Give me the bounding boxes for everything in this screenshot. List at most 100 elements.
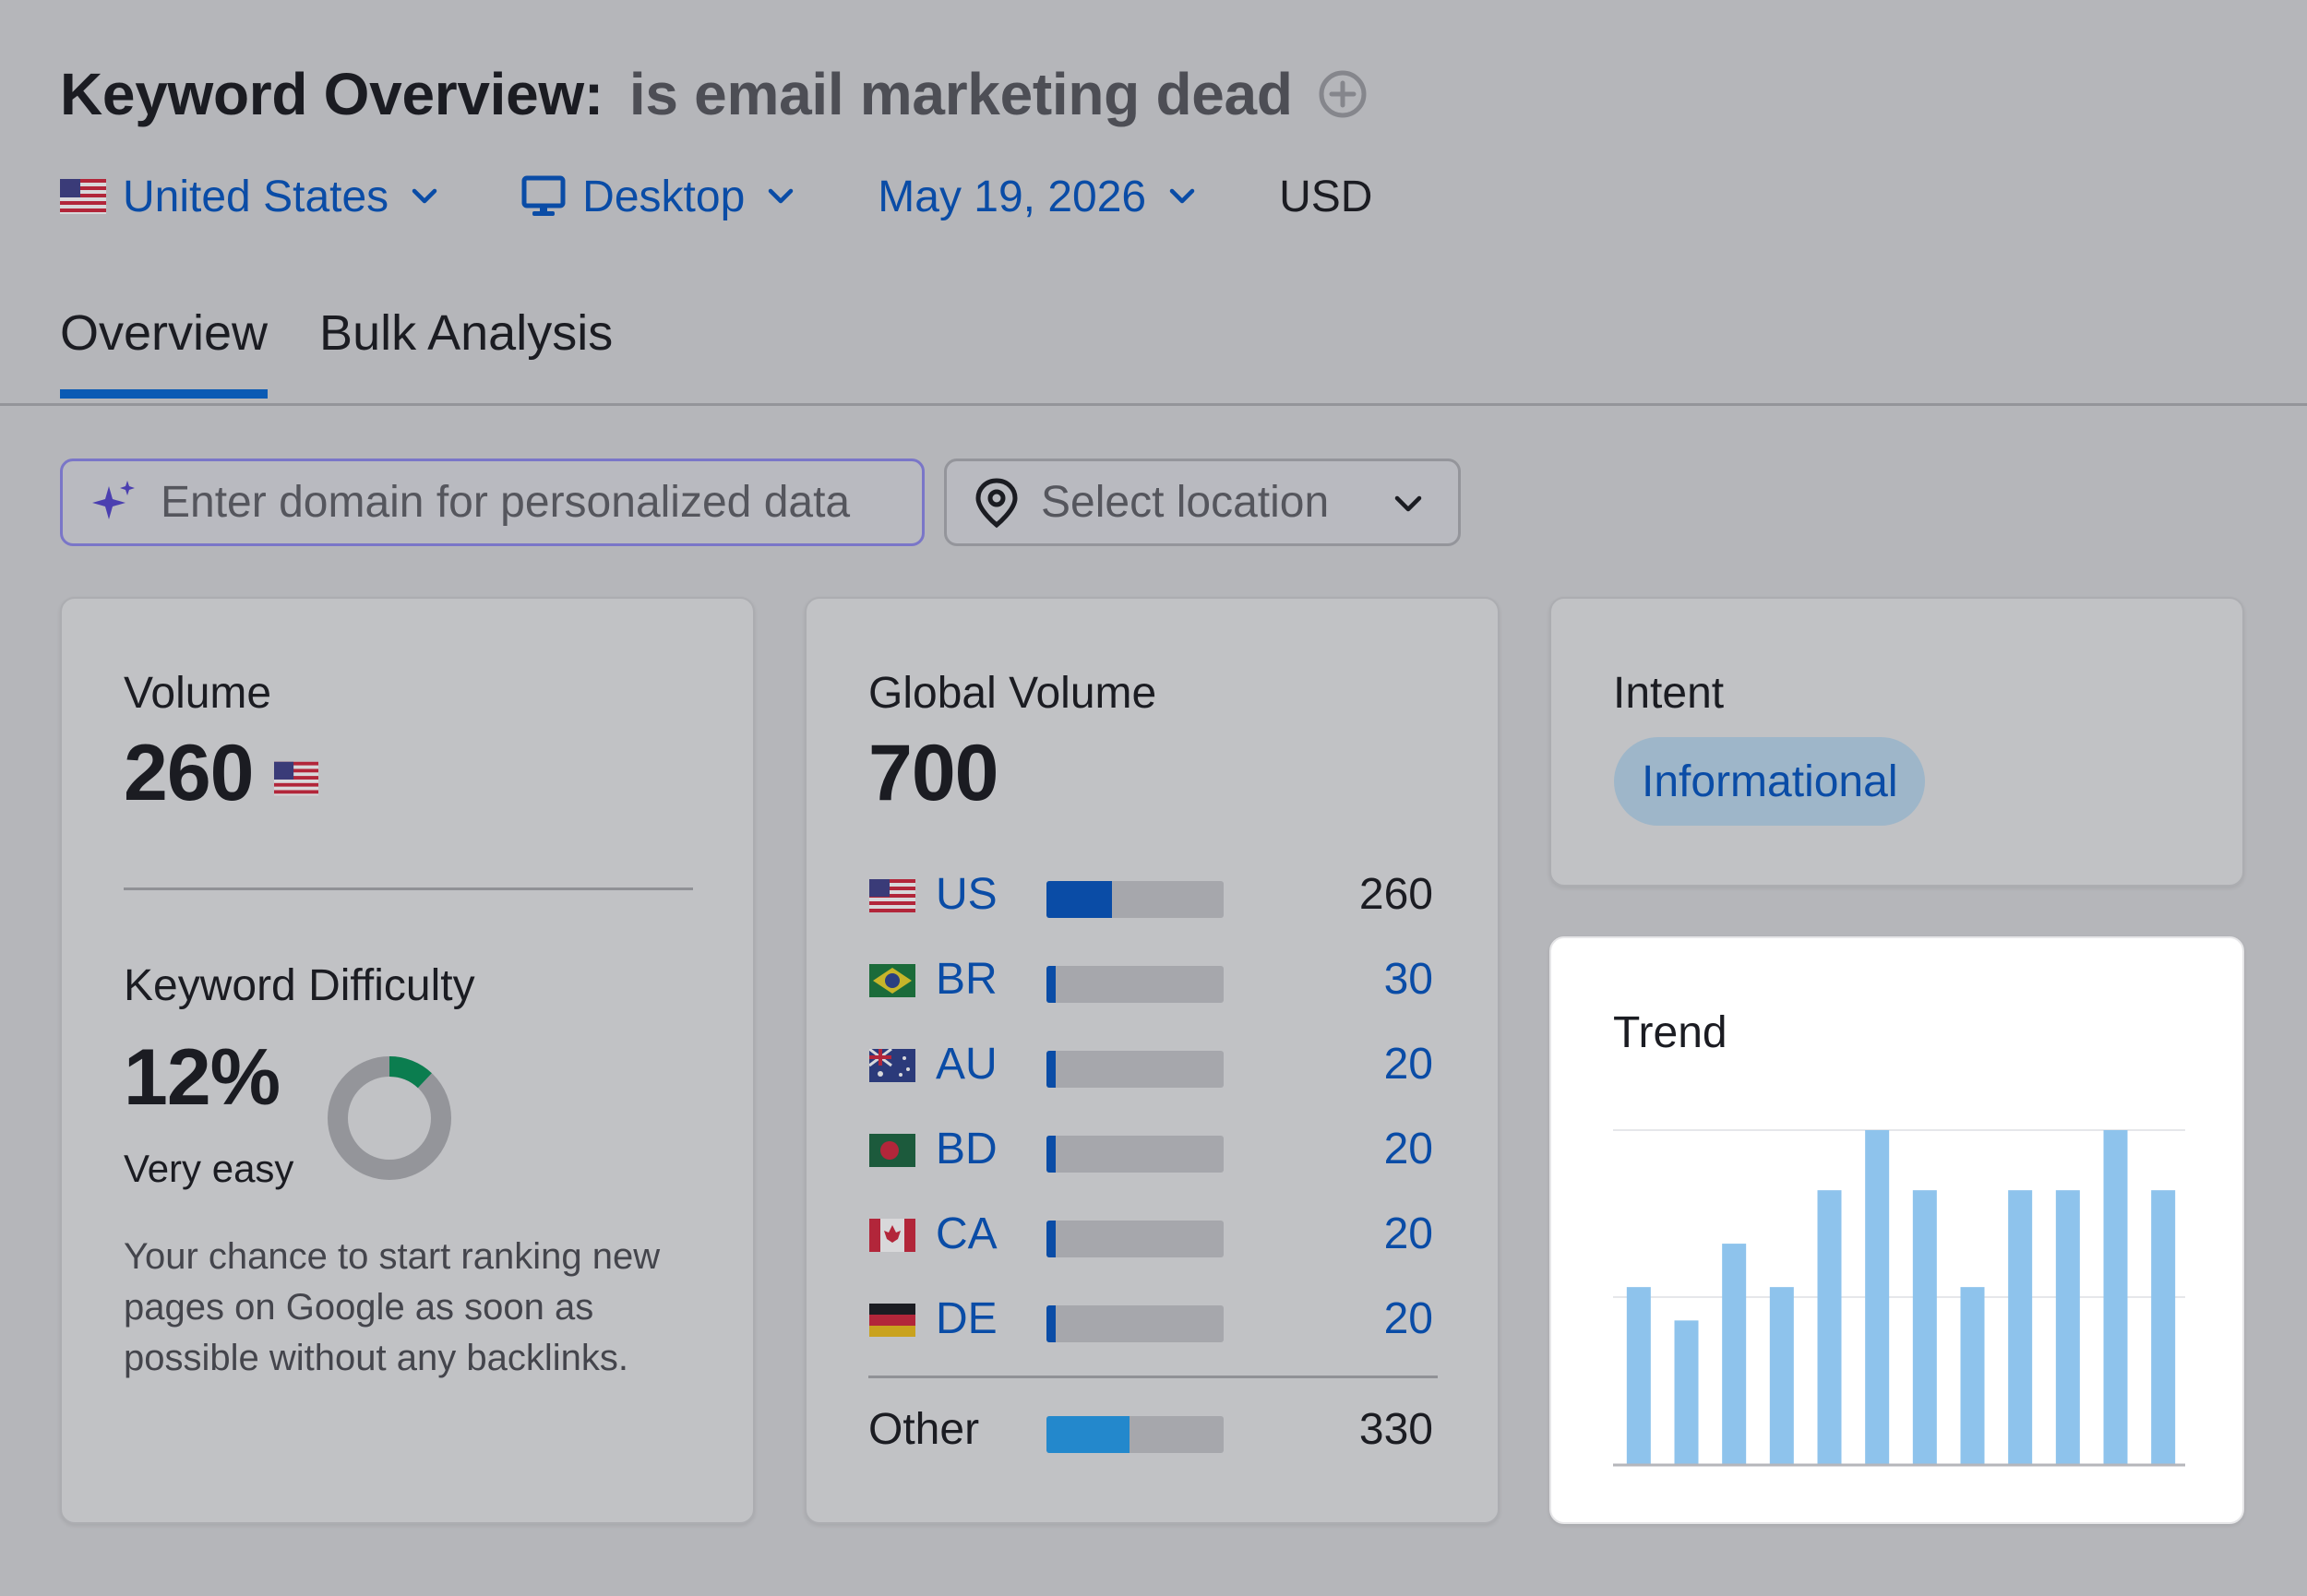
chevron-down-icon <box>1169 188 1195 204</box>
country-volume[interactable]: 20 <box>1384 1039 1433 1090</box>
domain-input[interactable] <box>161 477 880 528</box>
trend-bar[interactable] <box>1912 1190 1937 1464</box>
country-share-bar <box>1046 1136 1224 1173</box>
country-share-fill <box>1046 1305 1056 1342</box>
desktop-icon <box>521 175 566 216</box>
country-code[interactable]: BD <box>936 1124 998 1174</box>
us-flag-icon <box>273 761 318 795</box>
de-flag-icon <box>869 1304 915 1337</box>
page-header: Keyword Overview: is email marketing dea… <box>60 57 1369 131</box>
kd-title: Keyword Difficulty <box>124 961 475 1010</box>
tabs-divider <box>0 403 2307 406</box>
country-dropdown[interactable]: United States <box>60 172 440 222</box>
intent-card: Intent Informational <box>1549 597 2244 887</box>
other-share-bar <box>1046 1416 1224 1453</box>
trend-card: Trend <box>1549 936 2244 1524</box>
country-volume[interactable]: 30 <box>1384 954 1433 1005</box>
trend-title: Trend <box>1613 1008 1727 1057</box>
country-share-fill <box>1046 881 1113 918</box>
other-label: Other <box>868 1404 980 1454</box>
country-code[interactable]: CA <box>936 1209 998 1259</box>
currency-label: USD <box>1279 172 1373 221</box>
device-dropdown[interactable]: Desktop <box>521 172 796 222</box>
device-label: Desktop <box>582 172 746 221</box>
location-label: Select location <box>1041 478 1330 527</box>
trend-bar[interactable] <box>1674 1320 1699 1464</box>
country-share-fill <box>1046 1221 1056 1257</box>
date-dropdown[interactable]: May 19, 2026 <box>878 172 1198 222</box>
global-volume-value: 700 <box>868 729 998 817</box>
tab-bar: Overview Bulk Analysis <box>60 304 664 399</box>
country-row: BR 30 <box>807 951 1498 1006</box>
country-row: BD 20 <box>807 1121 1498 1176</box>
filter-bar: United States Desktop May 19, 2026 USD <box>60 166 1453 227</box>
country-row: US 260 <box>807 866 1498 922</box>
trend-bar[interactable] <box>1769 1287 1794 1464</box>
country-share-bar <box>1046 1305 1224 1342</box>
add-circle-icon[interactable] <box>1317 68 1369 120</box>
global-divider <box>868 1376 1438 1378</box>
keyword-title: is email marketing dead <box>628 61 1293 127</box>
country-share-fill <box>1046 966 1056 1003</box>
trend-bar[interactable] <box>2055 1190 2080 1464</box>
tab-overview[interactable]: Overview <box>60 304 269 399</box>
global-volume-card: Global Volume 700 US 260 BR 30 AU 20 BD … <box>805 597 1500 1524</box>
volume-card: Volume 260 Keyword Difficulty 12% Very e… <box>60 597 755 1524</box>
trend-bar[interactable] <box>1960 1287 1985 1464</box>
volume-value: 260 <box>124 729 254 817</box>
page-title: Keyword Overview: <box>60 61 604 127</box>
trend-bar[interactable] <box>1626 1287 1651 1464</box>
country-row: AU 20 <box>807 1036 1498 1091</box>
trend-bar[interactable] <box>2151 1190 2176 1464</box>
tab-bulk-analysis[interactable]: Bulk Analysis <box>319 304 613 399</box>
ca-flag-icon <box>869 1219 915 1252</box>
other-share-fill <box>1046 1416 1130 1453</box>
country-volume[interactable]: 20 <box>1384 1209 1433 1259</box>
trend-bar[interactable] <box>2008 1190 2033 1464</box>
br-flag-icon <box>869 964 915 997</box>
location-pin-icon <box>975 477 1018 528</box>
volume-title: Volume <box>124 669 272 718</box>
location-select[interactable]: Select location <box>944 459 1461 546</box>
country-share-bar <box>1046 966 1224 1003</box>
country-share-fill <box>1046 1136 1056 1173</box>
bd-flag-icon <box>869 1134 915 1167</box>
country-share-bar <box>1046 1051 1224 1088</box>
kd-description: Your chance to start ranking new pages o… <box>124 1236 661 1378</box>
trend-bar[interactable] <box>1722 1244 1747 1464</box>
intent-title: Intent <box>1613 669 1725 718</box>
other-row: Other 330 <box>807 1401 1498 1457</box>
trend-bar[interactable] <box>1817 1190 1842 1464</box>
date-label: May 19, 2026 <box>878 172 1147 221</box>
country-volume[interactable]: 20 <box>1384 1124 1433 1174</box>
chevron-down-icon <box>1394 495 1422 512</box>
trend-chart <box>1613 1129 2185 1467</box>
volume-divider <box>124 887 693 890</box>
kd-value: 12% <box>124 1033 281 1122</box>
country-row: DE 20 <box>807 1291 1498 1346</box>
country-volume[interactable]: 20 <box>1384 1293 1433 1344</box>
country-row: CA 20 <box>807 1206 1498 1261</box>
country-share-fill <box>1046 1051 1056 1088</box>
country-code[interactable]: AU <box>936 1039 998 1090</box>
sparkle-icon <box>92 480 135 519</box>
country-share-bar <box>1046 881 1224 918</box>
kd-label: Very easy <box>124 1147 294 1190</box>
chevron-down-icon <box>412 188 437 204</box>
global-volume-title: Global Volume <box>868 669 1157 718</box>
intent-badge: Informational <box>1614 737 1926 826</box>
country-label: United States <box>123 172 389 221</box>
chevron-down-icon <box>769 188 794 204</box>
trend-bar[interactable] <box>2103 1130 2128 1464</box>
country-code[interactable]: BR <box>936 954 998 1005</box>
us-flag-icon <box>60 179 106 214</box>
other-volume: 330 <box>1358 1404 1433 1454</box>
difficulty-donut <box>328 1056 451 1180</box>
country-code[interactable]: US <box>936 869 998 920</box>
us-flag-icon <box>869 879 915 912</box>
au-flag-icon <box>869 1049 915 1082</box>
country-volume: 260 <box>1358 869 1433 919</box>
trend-bar[interactable] <box>1865 1130 1890 1464</box>
country-share-bar <box>1046 1221 1224 1257</box>
country-code[interactable]: DE <box>936 1293 998 1344</box>
